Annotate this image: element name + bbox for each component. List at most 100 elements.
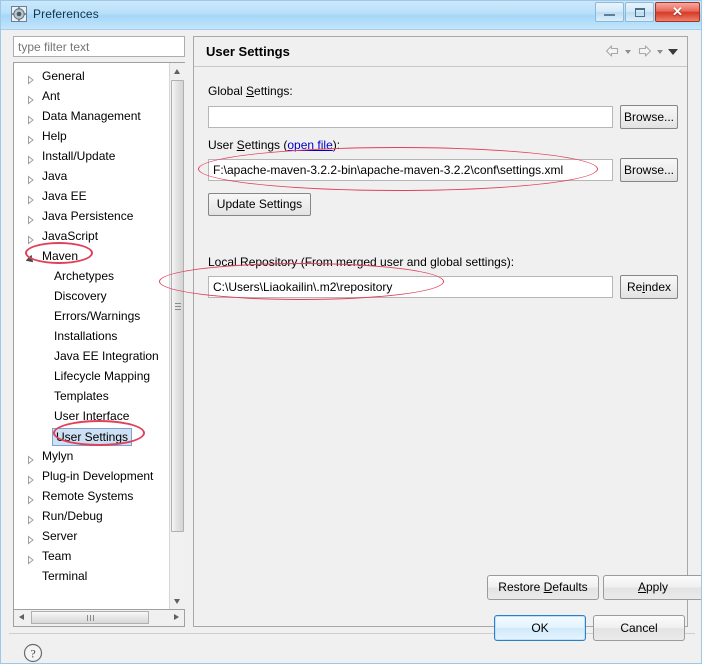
title-bar: Preferences ✕ bbox=[1, 1, 701, 30]
preferences-tree-list: General Ant Data Management Help Install/Upd… bbox=[14, 66, 170, 586]
tree-hscrollbar-thumb[interactable] bbox=[31, 611, 149, 624]
forward-arrow-icon[interactable] bbox=[636, 43, 653, 59]
tree-vertical-scrollbar[interactable] bbox=[169, 63, 185, 609]
tree-expand-arrow-icon[interactable] bbox=[26, 531, 35, 545]
tree-expand-arrow-icon[interactable] bbox=[26, 131, 35, 145]
dialog-body: General Ant Data Management Help Install/Upd… bbox=[1, 30, 701, 663]
apply-button[interactable]: Apply bbox=[603, 575, 701, 600]
tree-item-label: Maven bbox=[42, 249, 79, 263]
tree-item-java-persistence[interactable]: Java Persistence bbox=[14, 206, 170, 226]
navigation-toolbar bbox=[604, 43, 679, 59]
maximize-button[interactable] bbox=[625, 2, 654, 22]
back-arrow-icon[interactable] bbox=[604, 43, 621, 59]
tree-item-remote-systems[interactable]: Remote Systems bbox=[14, 486, 170, 506]
tree-item-lifecycle-mapping[interactable]: Lifecycle Mapping bbox=[14, 366, 170, 386]
tree-item-team[interactable]: Team bbox=[14, 546, 170, 566]
tree-expand-arrow-icon[interactable] bbox=[26, 551, 35, 565]
tree-expand-arrow-icon[interactable] bbox=[26, 151, 35, 165]
update-settings-button[interactable]: Update Settings bbox=[208, 193, 311, 216]
reindex-button[interactable]: Reindex bbox=[620, 275, 678, 299]
tree-collapse-arrow-icon[interactable] bbox=[25, 251, 35, 263]
chevron-down-icon bbox=[668, 49, 678, 55]
forward-dropdown-icon[interactable] bbox=[655, 43, 666, 59]
tree-item-label: Archetypes bbox=[54, 269, 115, 283]
tree-item-terminal[interactable]: Terminal bbox=[14, 566, 170, 586]
tree-item-server[interactable]: Server bbox=[14, 526, 170, 546]
tree-item-label: General bbox=[42, 69, 85, 83]
tree-expand-arrow-icon[interactable] bbox=[26, 211, 35, 225]
tree-item-java-ee[interactable]: Java EE bbox=[14, 186, 170, 206]
grip-line bbox=[90, 615, 91, 621]
tree-expand-arrow-icon[interactable] bbox=[26, 71, 35, 85]
tree-expand-arrow-icon[interactable] bbox=[26, 231, 35, 245]
tree-item-javascript[interactable]: JavaScript bbox=[14, 226, 170, 246]
tree-scrollbar-thumb[interactable] bbox=[171, 80, 184, 532]
tree-item-label: Server bbox=[42, 529, 78, 543]
restore-defaults-button[interactable]: Restore Defaults bbox=[487, 575, 599, 600]
content-body: Global Settings: Browse... User Settings… bbox=[194, 68, 701, 626]
tree-expand-arrow-icon[interactable] bbox=[26, 491, 35, 505]
tree-item-general[interactable]: General bbox=[14, 66, 170, 86]
scroll-up-button[interactable] bbox=[170, 63, 185, 79]
content-header: User Settings bbox=[194, 37, 687, 67]
filter-input[interactable] bbox=[13, 36, 185, 57]
tree-item-archetypes[interactable]: Archetypes bbox=[14, 266, 170, 286]
tree-expand-arrow-icon[interactable] bbox=[26, 171, 35, 185]
preferences-dialog-window: Preferences ✕ General Ant Data Management H… bbox=[0, 0, 702, 664]
tree-expand-arrow-icon[interactable] bbox=[26, 111, 35, 125]
tree-item-label: User Settings bbox=[52, 428, 133, 446]
tree-item-ant[interactable]: Ant bbox=[14, 86, 170, 106]
user-settings-input[interactable] bbox=[208, 159, 613, 181]
scroll-down-button[interactable] bbox=[170, 593, 185, 609]
close-icon: ✕ bbox=[672, 4, 683, 19]
tree-item-user-interface[interactable]: User Interface bbox=[14, 406, 170, 426]
global-settings-browse-button[interactable]: Browse... bbox=[620, 105, 678, 129]
tree-expand-arrow-icon[interactable] bbox=[26, 91, 35, 105]
open-file-link[interactable]: open file bbox=[287, 138, 332, 152]
tree-item-label: Plug-in Development bbox=[42, 469, 154, 483]
tree-item-errors-warnings[interactable]: Errors/Warnings bbox=[14, 306, 170, 326]
tree-expand-arrow-icon[interactable] bbox=[26, 191, 35, 205]
tree-item-label: Run/Debug bbox=[42, 509, 103, 523]
local-repository-input[interactable] bbox=[208, 276, 613, 298]
grip-line bbox=[175, 303, 181, 304]
tree-item-maven[interactable]: Maven bbox=[14, 246, 170, 266]
tree-item-label: Java EE bbox=[42, 189, 87, 203]
tree-item-mylyn[interactable]: Mylyn bbox=[14, 446, 170, 466]
triangle-left-icon bbox=[19, 614, 24, 620]
cancel-button[interactable]: Cancel bbox=[593, 615, 685, 641]
ok-button[interactable]: OK bbox=[494, 615, 586, 641]
tree-item-discovery[interactable]: Discovery bbox=[14, 286, 170, 306]
maximize-icon bbox=[635, 8, 645, 17]
tree-item-data-management[interactable]: Data Management bbox=[14, 106, 170, 126]
tree-expand-arrow-icon[interactable] bbox=[26, 511, 35, 525]
tree-item-java[interactable]: Java bbox=[14, 166, 170, 186]
chevron-down-icon bbox=[657, 50, 663, 54]
view-menu-icon[interactable] bbox=[668, 43, 679, 59]
tree-item-label: Installations bbox=[54, 329, 118, 343]
scroll-right-button[interactable] bbox=[168, 610, 184, 625]
scroll-left-button[interactable] bbox=[14, 610, 30, 625]
tree-item-installations[interactable]: Installations bbox=[14, 326, 170, 346]
tree-item-user-settings[interactable]: User Settings bbox=[14, 426, 170, 446]
back-dropdown-icon[interactable] bbox=[623, 43, 634, 59]
tree-item-java-ee-integration[interactable]: Java EE Integration bbox=[14, 346, 170, 366]
global-settings-input[interactable] bbox=[208, 106, 613, 128]
tree-item-help[interactable]: Help bbox=[14, 126, 170, 146]
grip-line bbox=[175, 306, 181, 307]
tree-item-plug-in-development[interactable]: Plug-in Development bbox=[14, 466, 170, 486]
preferences-gear-icon bbox=[11, 6, 27, 22]
minimize-button[interactable] bbox=[595, 2, 624, 22]
help-question-icon[interactable]: ? bbox=[23, 643, 43, 663]
user-settings-browse-button[interactable]: Browse... bbox=[620, 158, 678, 182]
tree-expand-arrow-icon[interactable] bbox=[26, 471, 35, 485]
tree-item-label: Discovery bbox=[54, 289, 107, 303]
tree-item-run-debug[interactable]: Run/Debug bbox=[14, 506, 170, 526]
tree-horizontal-scrollbar[interactable] bbox=[13, 610, 185, 627]
tree-item-label: Java EE Integration bbox=[54, 349, 159, 363]
tree-item-install-update[interactable]: Install/Update bbox=[14, 146, 170, 166]
tree-expand-arrow-icon[interactable] bbox=[26, 451, 35, 465]
tree-item-templates[interactable]: Templates bbox=[14, 386, 170, 406]
tree-item-label: Data Management bbox=[42, 109, 141, 123]
close-button[interactable]: ✕ bbox=[655, 2, 700, 22]
